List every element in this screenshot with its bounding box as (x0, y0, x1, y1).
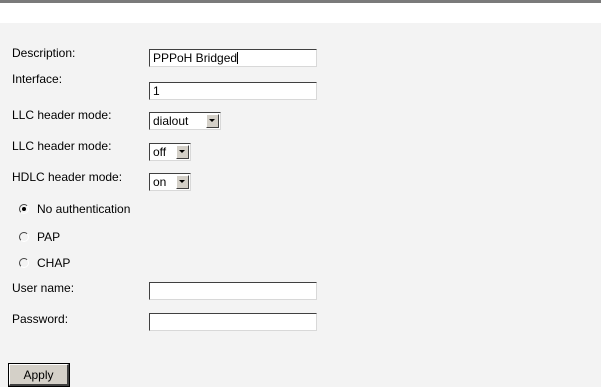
radio-button-icon[interactable] (19, 232, 29, 242)
chevron-down-icon[interactable] (176, 145, 189, 159)
llc-mode-2-label: LLC header mode: (12, 139, 112, 153)
auth-option-none-label: No authentication (37, 202, 131, 216)
username-label: User name: (12, 281, 75, 295)
llc-mode-2-value: off (153, 145, 167, 159)
auth-option-chap-label: CHAP (37, 256, 71, 270)
description-label: Description: (12, 46, 76, 60)
username-input[interactable] (149, 282, 317, 300)
description-value: PPPoH Bridged (153, 51, 238, 65)
llc-mode-2-select[interactable]: off (149, 143, 191, 161)
radio-button-icon[interactable] (19, 258, 29, 268)
interface-input[interactable]: 1 (149, 82, 317, 100)
password-input[interactable] (149, 313, 317, 331)
hdlc-mode-value: on (153, 175, 167, 189)
interface-label: Interface: (12, 72, 63, 86)
llc-mode-value: dialout (153, 114, 189, 128)
auth-option-none[interactable]: No authentication (19, 202, 130, 216)
llc-mode-label: LLC header mode: (12, 108, 112, 122)
hdlc-mode-select[interactable]: on (149, 173, 191, 191)
auth-option-chap[interactable]: CHAP (19, 256, 70, 270)
description-input[interactable]: PPPoH Bridged (149, 49, 317, 67)
interface-value: 1 (153, 84, 160, 98)
radio-button-icon[interactable] (19, 204, 29, 214)
chevron-down-icon[interactable] (176, 175, 189, 189)
auth-option-pap[interactable]: PAP (19, 230, 60, 244)
llc-mode-select[interactable]: dialout (149, 112, 221, 130)
chevron-down-icon[interactable] (206, 114, 219, 128)
auth-option-pap-label: PAP (37, 230, 61, 244)
hdlc-mode-label: HDLC header mode: (12, 170, 123, 184)
settings-page: Description: PPPoH Bridged Interface: 1 … (0, 0, 601, 387)
header-band (0, 3, 601, 23)
text-cursor (237, 52, 239, 64)
password-label: Password: (12, 312, 69, 326)
apply-button[interactable]: Apply (8, 363, 70, 387)
